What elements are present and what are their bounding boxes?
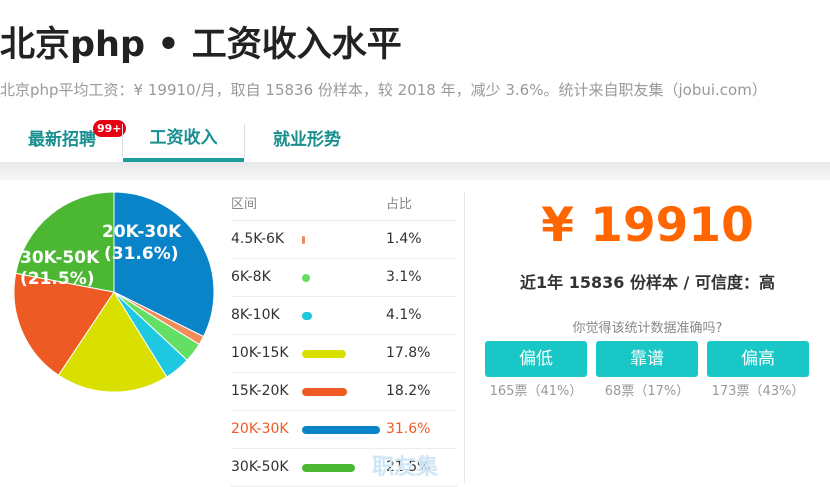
range-cell: 4.5K-6K xyxy=(231,231,285,247)
pie-label-20k-30k: 20K-30K xyxy=(102,222,182,242)
average-salary: ¥ 19910 xyxy=(541,198,754,253)
range-cell: 30K-50K xyxy=(231,459,289,475)
share-cell: 17.8% xyxy=(386,345,431,361)
share-cell: 3.1% xyxy=(386,269,422,285)
share-header: 占比 xyxy=(386,197,413,212)
range-cell: 6K-8K xyxy=(231,269,271,285)
table-row: 4.5K-6K 1.4% xyxy=(231,221,457,259)
range-header: 区间 xyxy=(231,197,258,212)
table-row: 6K-8K 3.1% xyxy=(231,259,457,297)
pie-pct-30k-50k: (21.5%) xyxy=(20,269,95,289)
range-cell: 20K-30K xyxy=(231,421,289,437)
tab-bar: 最新招聘 99+ 工资收入 就业形势 xyxy=(0,118,830,162)
tab-label: 最新招聘 xyxy=(28,130,96,150)
salary-pie-chart: 20K-30K (31.6%) 30K-50K (21.5%) xyxy=(14,192,214,392)
watermark-logo: 职友集 xyxy=(372,455,439,480)
vote-high-button[interactable]: 偏高 xyxy=(707,341,809,377)
pie-pct-20k-30k: (31.6%) xyxy=(104,244,179,264)
share-cell: 4.1% xyxy=(386,307,422,323)
page-subtitle: 北京php平均工资：¥ 19910/月，取自 15836 份样本，较 2018 … xyxy=(0,81,767,99)
sample-info: 近1年 15836 份样本 / 可信度：高 xyxy=(520,273,775,292)
tab-employment[interactable]: 就业形势 xyxy=(252,118,362,162)
share-bar xyxy=(302,274,310,282)
share-cell: 1.4% xyxy=(386,231,422,247)
tab-divider xyxy=(244,124,245,158)
salary-range-table: 区间 占比 4.5K-6K 1.4% 6K-8K 3.1% 8K-10K 4.1% 10K-… xyxy=(231,190,457,487)
range-cell: 8K-10K xyxy=(231,307,280,323)
accuracy-question: 你觉得该统计数据准确吗? xyxy=(572,321,723,336)
new-jobs-badge: 99+ xyxy=(93,120,126,137)
share-bar xyxy=(302,350,346,358)
range-cell: 15K-20K xyxy=(231,383,289,399)
pie-label-30k-50k: 30K-50K xyxy=(20,248,100,268)
table-row: 10K-15K 17.8% xyxy=(231,335,457,373)
section-divider xyxy=(0,162,830,180)
vote-accurate-button[interactable]: 靠谱 xyxy=(596,341,698,377)
vote-low-count: 165票（41%） xyxy=(489,384,583,399)
vote-low-button[interactable]: 偏低 xyxy=(485,341,587,377)
vote-accurate-count: 68票（17%） xyxy=(604,384,690,399)
share-bar xyxy=(302,426,380,434)
share-bar xyxy=(302,464,356,472)
share-cell: 31.6% xyxy=(386,421,431,437)
table-row: 8K-10K 4.1% xyxy=(231,297,457,335)
table-row: 20K-30K 31.6% xyxy=(231,411,457,449)
tab-salary[interactable]: 工资收入 xyxy=(123,118,244,162)
table-row: 15K-20K 18.2% xyxy=(231,373,457,411)
range-cell: 10K-15K xyxy=(231,345,289,361)
tab-label: 就业形势 xyxy=(273,130,341,150)
share-cell: 18.2% xyxy=(386,383,431,399)
vote-high-count: 173票（43%） xyxy=(711,384,805,399)
tab-label: 工资收入 xyxy=(149,128,218,148)
share-bar xyxy=(302,236,306,244)
share-bar xyxy=(302,388,347,396)
table-header: 区间 占比 xyxy=(231,190,457,221)
share-bar xyxy=(302,312,313,320)
page-title: 北京php • 工资收入水平 xyxy=(0,25,402,65)
